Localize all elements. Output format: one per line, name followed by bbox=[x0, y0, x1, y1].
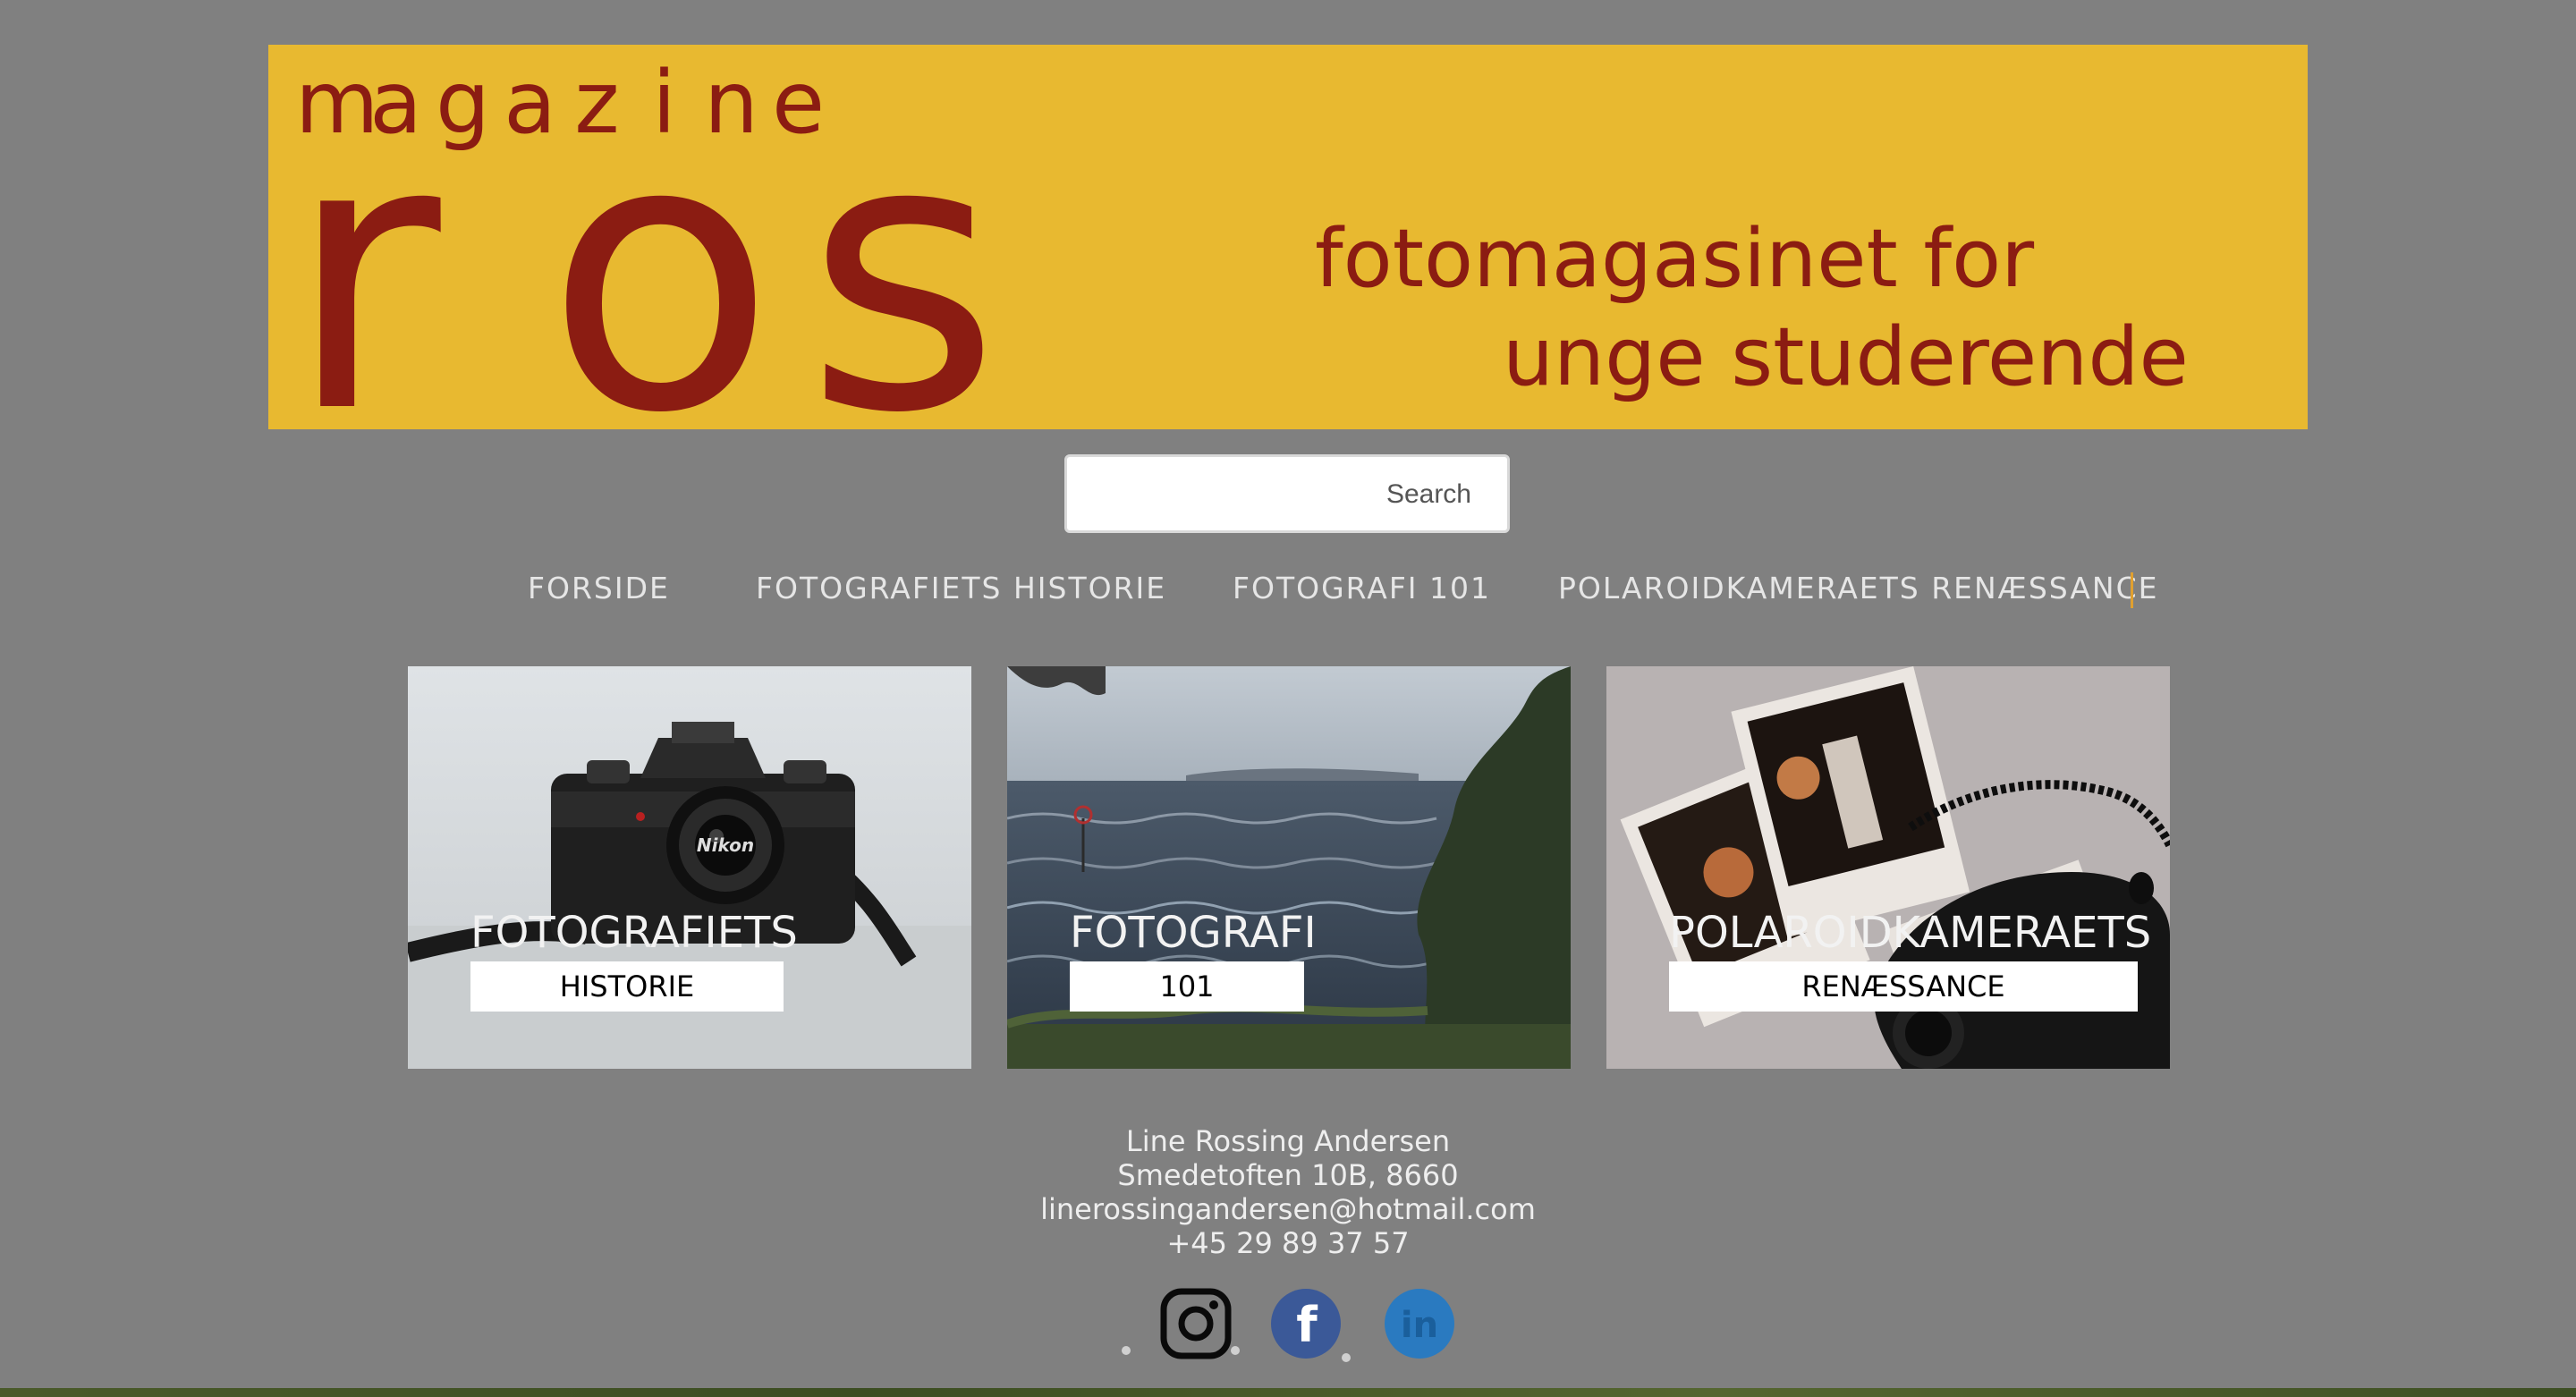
nav-item-fotografi-101[interactable]: FOTOGRAFI 101 bbox=[1233, 563, 1491, 614]
card-label: 101 bbox=[1070, 961, 1304, 1012]
nav-item-fotografiets-historie[interactable]: FOTOGRAFIETS HISTORIE bbox=[756, 563, 1166, 614]
footer-phone: +45 29 89 37 57 bbox=[1166, 1226, 1410, 1260]
svg-text:f: f bbox=[1296, 1297, 1318, 1353]
card-fotografi-101[interactable]: FOTOGRAFI 101 bbox=[1007, 666, 1571, 1069]
card-title: POLAROIDKAMERAETS bbox=[1669, 908, 2152, 958]
site-banner[interactable]: m a g a z i n e r o s fotomagasinet for … bbox=[268, 45, 2308, 429]
banner-tagline-line1: fotomagasinet for bbox=[1315, 212, 2035, 306]
search-button[interactable]: Search bbox=[1386, 475, 1471, 514]
card-fotografiets-historie[interactable]: Nikon FOTOGRAFIETS HISTORIE bbox=[408, 666, 971, 1069]
banner-tagline-line2: unge studerende bbox=[1503, 310, 2189, 404]
banner-logo-word: r o s bbox=[286, 58, 1064, 430]
footer-name: Line Rossing Andersen bbox=[1125, 1124, 1451, 1158]
facebook-icon[interactable]: f bbox=[1270, 1288, 1342, 1359]
banner-logo-letter: r bbox=[286, 58, 441, 430]
card-polaroidkameraets-renaessance[interactable]: POLAROIDKAMERAETS RENÆSSANCE bbox=[1606, 666, 2170, 1069]
nav-item-polaroidkameraets-renaessance[interactable]: POLAROIDKAMERAETS RENÆSSANCE bbox=[1558, 563, 2158, 614]
svg-text:Nikon: Nikon bbox=[697, 834, 754, 856]
card-label: RENÆSSANCE bbox=[1669, 961, 2138, 1012]
instagram-icon[interactable] bbox=[1160, 1288, 1232, 1359]
search-input[interactable] bbox=[1085, 466, 1357, 523]
nav-item-forside[interactable]: FORSIDE bbox=[528, 563, 670, 614]
search-box: Search bbox=[1064, 454, 1510, 533]
banner-logo-letter: o bbox=[546, 58, 775, 430]
carousel-dot[interactable] bbox=[1231, 1346, 1240, 1355]
svg-text:in: in bbox=[1401, 1305, 1438, 1346]
text-cursor bbox=[2131, 572, 2133, 608]
card-label: HISTORIE bbox=[470, 961, 784, 1012]
carousel-dot[interactable] bbox=[1342, 1353, 1351, 1362]
footer-email[interactable]: linerossingandersen@hotmail.com bbox=[0, 1192, 2576, 1226]
banner-logo-letter: s bbox=[805, 58, 1001, 430]
background-strip bbox=[0, 1388, 2576, 1397]
carousel-dot[interactable] bbox=[1122, 1346, 1131, 1355]
footer-address: Smedetoften 10B, 8660 bbox=[1117, 1158, 1459, 1192]
main-nav: FORSIDE FOTOGRAFIETS HISTORIE FOTOGRAFI … bbox=[0, 563, 2576, 614]
card-title: FOTOGRAFI bbox=[1070, 908, 1317, 958]
linkedin-icon[interactable]: in bbox=[1384, 1288, 1455, 1359]
card-title: FOTOGRAFIETS bbox=[470, 908, 798, 958]
